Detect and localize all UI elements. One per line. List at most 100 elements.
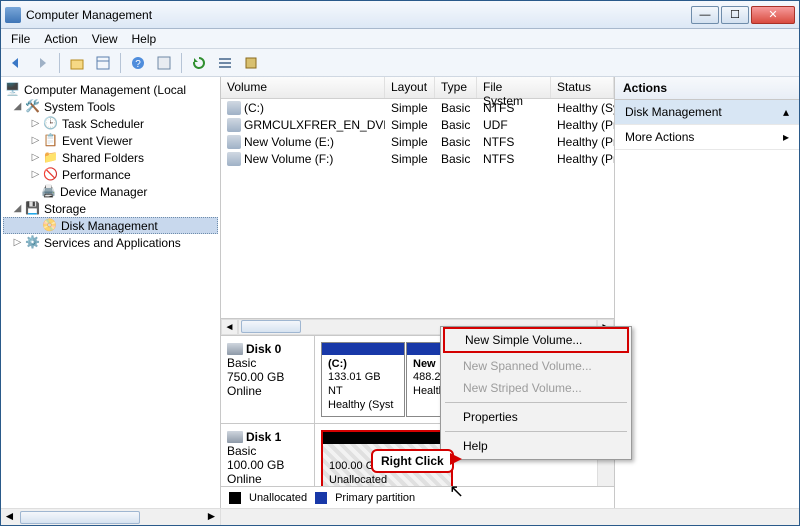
up-icon[interactable] (66, 52, 88, 74)
volume-row[interactable]: GRMCULXFRER_EN_DVD (D:)SimpleBasicUDFHea… (221, 116, 614, 133)
disk-info: Disk 1 Basic 100.00 GB Online (221, 424, 315, 487)
actions-more[interactable]: More Actions▸ (615, 125, 799, 150)
tree-storage[interactable]: Storage (44, 202, 86, 216)
partition-status: Healtl (413, 385, 441, 397)
close-button[interactable]: ✕ (751, 6, 795, 24)
disk-size: 750.00 GB (227, 370, 308, 384)
window-title: Computer Management (26, 8, 691, 22)
partition-c[interactable]: (C:)133.01 GB NT Healthy (Syst (321, 342, 405, 417)
volume-list[interactable]: (C:)SimpleBasicNTFSHealthy (Sy GRMCULXFR… (221, 99, 614, 167)
volume-name: New Volume (E:) (244, 135, 334, 149)
volume-fs: NTFS (477, 152, 551, 166)
maximize-button[interactable]: ☐ (721, 6, 749, 24)
actions-disk-management[interactable]: Disk Management▴ (615, 100, 799, 125)
volume-icon (227, 101, 241, 115)
menu-action[interactable]: Action (44, 32, 77, 46)
expander-icon[interactable]: ▷ (31, 118, 40, 129)
tree-system-tools[interactable]: System Tools (44, 100, 115, 114)
legend-unallocated: Unallocated (249, 492, 307, 504)
col-volume[interactable]: Volume (221, 77, 385, 98)
tree-root[interactable]: Computer Management (Local (24, 83, 186, 97)
disk-info: Disk 0 Basic 750.00 GB Online (221, 336, 315, 423)
col-filesystem[interactable]: File System (477, 77, 551, 98)
tree-disk-management[interactable]: Disk Management (61, 219, 158, 233)
back-button[interactable] (5, 52, 27, 74)
disk-mgmt-icon: 📀 (42, 218, 58, 234)
titlebar[interactable]: Computer Management — ☐ ✕ (1, 1, 799, 29)
legend: Unallocated Primary partition (221, 486, 614, 508)
legend-swatch-primary (315, 492, 327, 504)
disk-type: Basic (227, 356, 308, 370)
tree-device-manager[interactable]: Device Manager (60, 185, 147, 199)
volume-layout: Simple (385, 118, 435, 132)
col-type[interactable]: Type (435, 77, 477, 98)
volume-type: Basic (435, 101, 477, 115)
volume-row[interactable]: New Volume (E:)SimpleBasicNTFSHealthy (P… (221, 133, 614, 150)
disk-size: 100.00 GB (227, 458, 308, 472)
expander-icon[interactable]: ▷ (31, 169, 40, 180)
volume-fs: NTFS (477, 135, 551, 149)
volume-name: (C:) (244, 101, 264, 115)
disk-type: Basic (227, 444, 308, 458)
forward-button[interactable] (31, 52, 53, 74)
volume-icon (227, 135, 241, 149)
properties-icon[interactable] (153, 52, 175, 74)
menu-view[interactable]: View (92, 32, 118, 46)
volume-row[interactable]: (C:) SimpleBasicNTFSHealthy (Sy (221, 99, 614, 116)
app-icon (5, 7, 21, 23)
expander-icon[interactable]: ▷ (31, 135, 40, 146)
volume-status: Healthy (Pr (551, 135, 614, 149)
settings-icon[interactable] (240, 52, 262, 74)
disk-icon (227, 431, 243, 443)
navigation-tree[interactable]: 🖥️Computer Management (Local ◢🛠️System T… (1, 77, 221, 508)
expander-icon[interactable]: ◢ (13, 101, 22, 112)
volume-fs: NTFS (477, 101, 551, 115)
right-click-callout: Right Click (371, 449, 454, 473)
actions-pane: Actions Disk Management▴ More Actions▸ (615, 77, 799, 508)
tree-task-scheduler[interactable]: Task Scheduler (62, 117, 144, 131)
menu-help[interactable]: Help (132, 32, 157, 46)
clock-icon: 🕒 (43, 116, 59, 132)
ctx-new-simple-volume[interactable]: New Simple Volume... (443, 327, 629, 353)
event-icon: 📋 (43, 133, 59, 149)
expander-icon[interactable]: ▷ (31, 152, 40, 163)
list-icon[interactable] (214, 52, 236, 74)
cursor-icon: ↖ (449, 481, 464, 502)
partition-title: (C:) (328, 358, 347, 370)
volume-layout: Simple (385, 101, 435, 115)
actions-label: More Actions (625, 130, 694, 144)
partition-size: 133.01 GB NT (328, 371, 381, 397)
tree-shared-folders[interactable]: Shared Folders (62, 151, 144, 165)
help-icon[interactable]: ? (127, 52, 149, 74)
window-scrollbar[interactable]: ◄► (1, 508, 799, 525)
tree-services-apps[interactable]: Services and Applications (44, 236, 181, 250)
expander-icon[interactable]: ▷ (13, 237, 22, 248)
partition-state: Unallocated (329, 474, 387, 486)
menu-file[interactable]: File (11, 32, 30, 46)
partition-status: Healthy (Syst (328, 399, 393, 411)
minimize-button[interactable]: — (691, 6, 719, 24)
views-icon[interactable] (92, 52, 114, 74)
actions-label: Disk Management (625, 105, 722, 119)
computer-icon: 🖥️ (5, 82, 21, 98)
disk-status: Online (227, 384, 308, 398)
ctx-properties[interactable]: Properties (443, 406, 629, 428)
ctx-help[interactable]: Help (443, 435, 629, 457)
disk-status: Online (227, 472, 308, 486)
refresh-icon[interactable] (188, 52, 210, 74)
expander-icon[interactable]: ◢ (13, 203, 22, 214)
disk-name: Disk 0 (246, 342, 281, 356)
tree-event-viewer[interactable]: Event Viewer (62, 134, 132, 148)
volume-status: Healthy (Sy (551, 101, 614, 115)
tree-performance[interactable]: Performance (62, 168, 131, 182)
storage-icon: 💾 (25, 201, 41, 217)
volume-row[interactable]: New Volume (F:)SimpleBasicNTFSHealthy (P… (221, 150, 614, 167)
dvd-icon (227, 118, 241, 132)
volume-icon (227, 152, 241, 166)
toolbar: ? (1, 49, 799, 77)
col-status[interactable]: Status (551, 77, 614, 98)
partition-title: New (413, 358, 436, 370)
col-layout[interactable]: Layout (385, 77, 435, 98)
volume-fs: UDF (477, 118, 551, 132)
volume-layout: Simple (385, 152, 435, 166)
